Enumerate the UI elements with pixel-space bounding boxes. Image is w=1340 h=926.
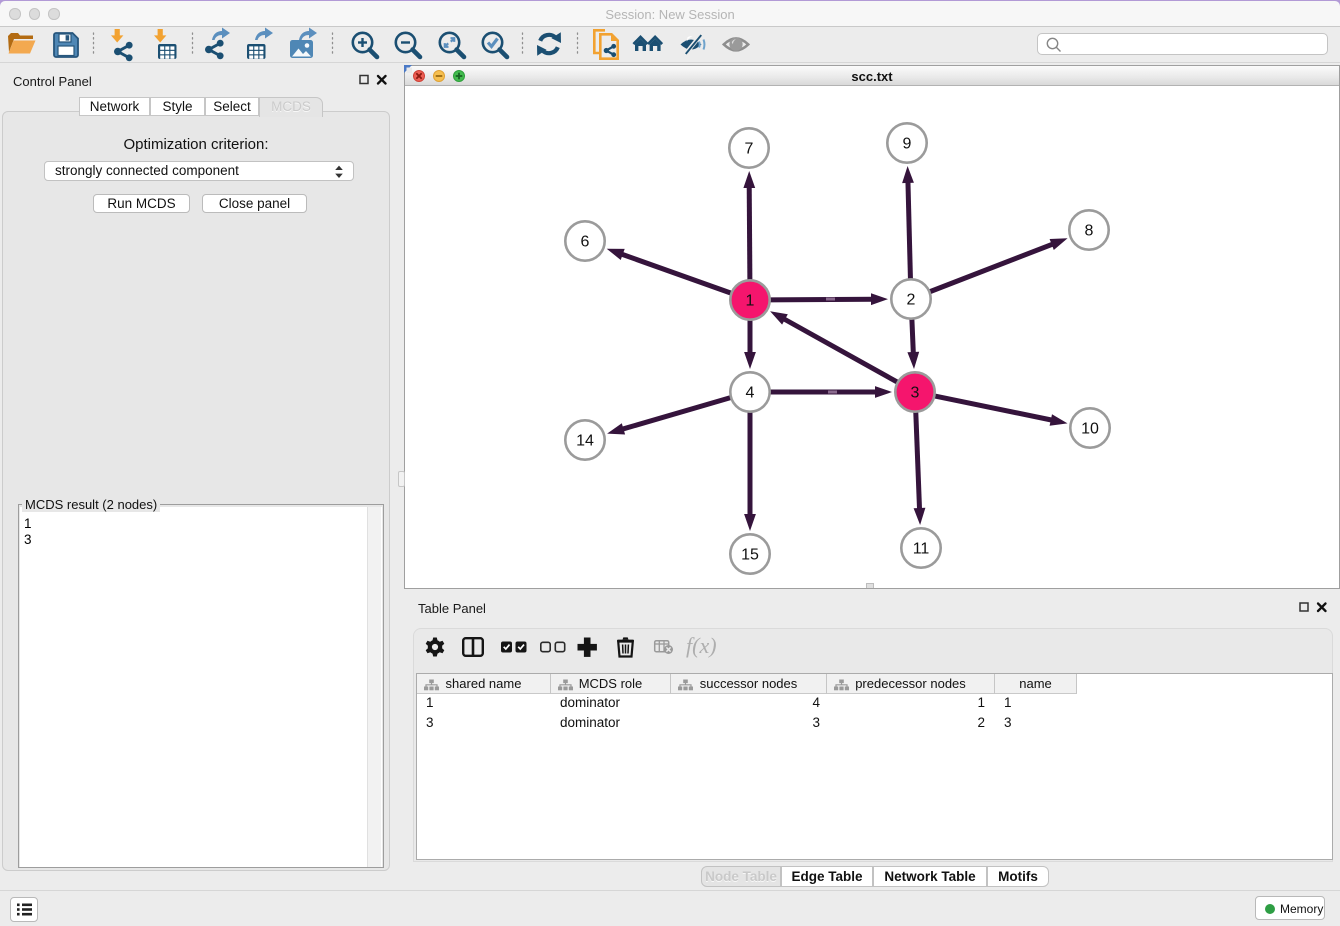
svg-text:14: 14: [576, 433, 594, 450]
svg-text:1: 1: [746, 293, 755, 310]
svg-text:3: 3: [911, 385, 920, 402]
svg-text:f(x): f(x): [686, 633, 717, 658]
svg-text:2: 2: [907, 292, 916, 309]
svg-text:10: 10: [1081, 421, 1099, 438]
svg-text:6: 6: [581, 234, 590, 251]
svg-text:4: 4: [746, 385, 755, 402]
svg-text:7: 7: [745, 141, 754, 158]
svg-text:15: 15: [741, 547, 759, 564]
svg-text:9: 9: [903, 136, 912, 153]
svg-text:8: 8: [1085, 223, 1094, 240]
svg-text:11: 11: [913, 541, 930, 558]
